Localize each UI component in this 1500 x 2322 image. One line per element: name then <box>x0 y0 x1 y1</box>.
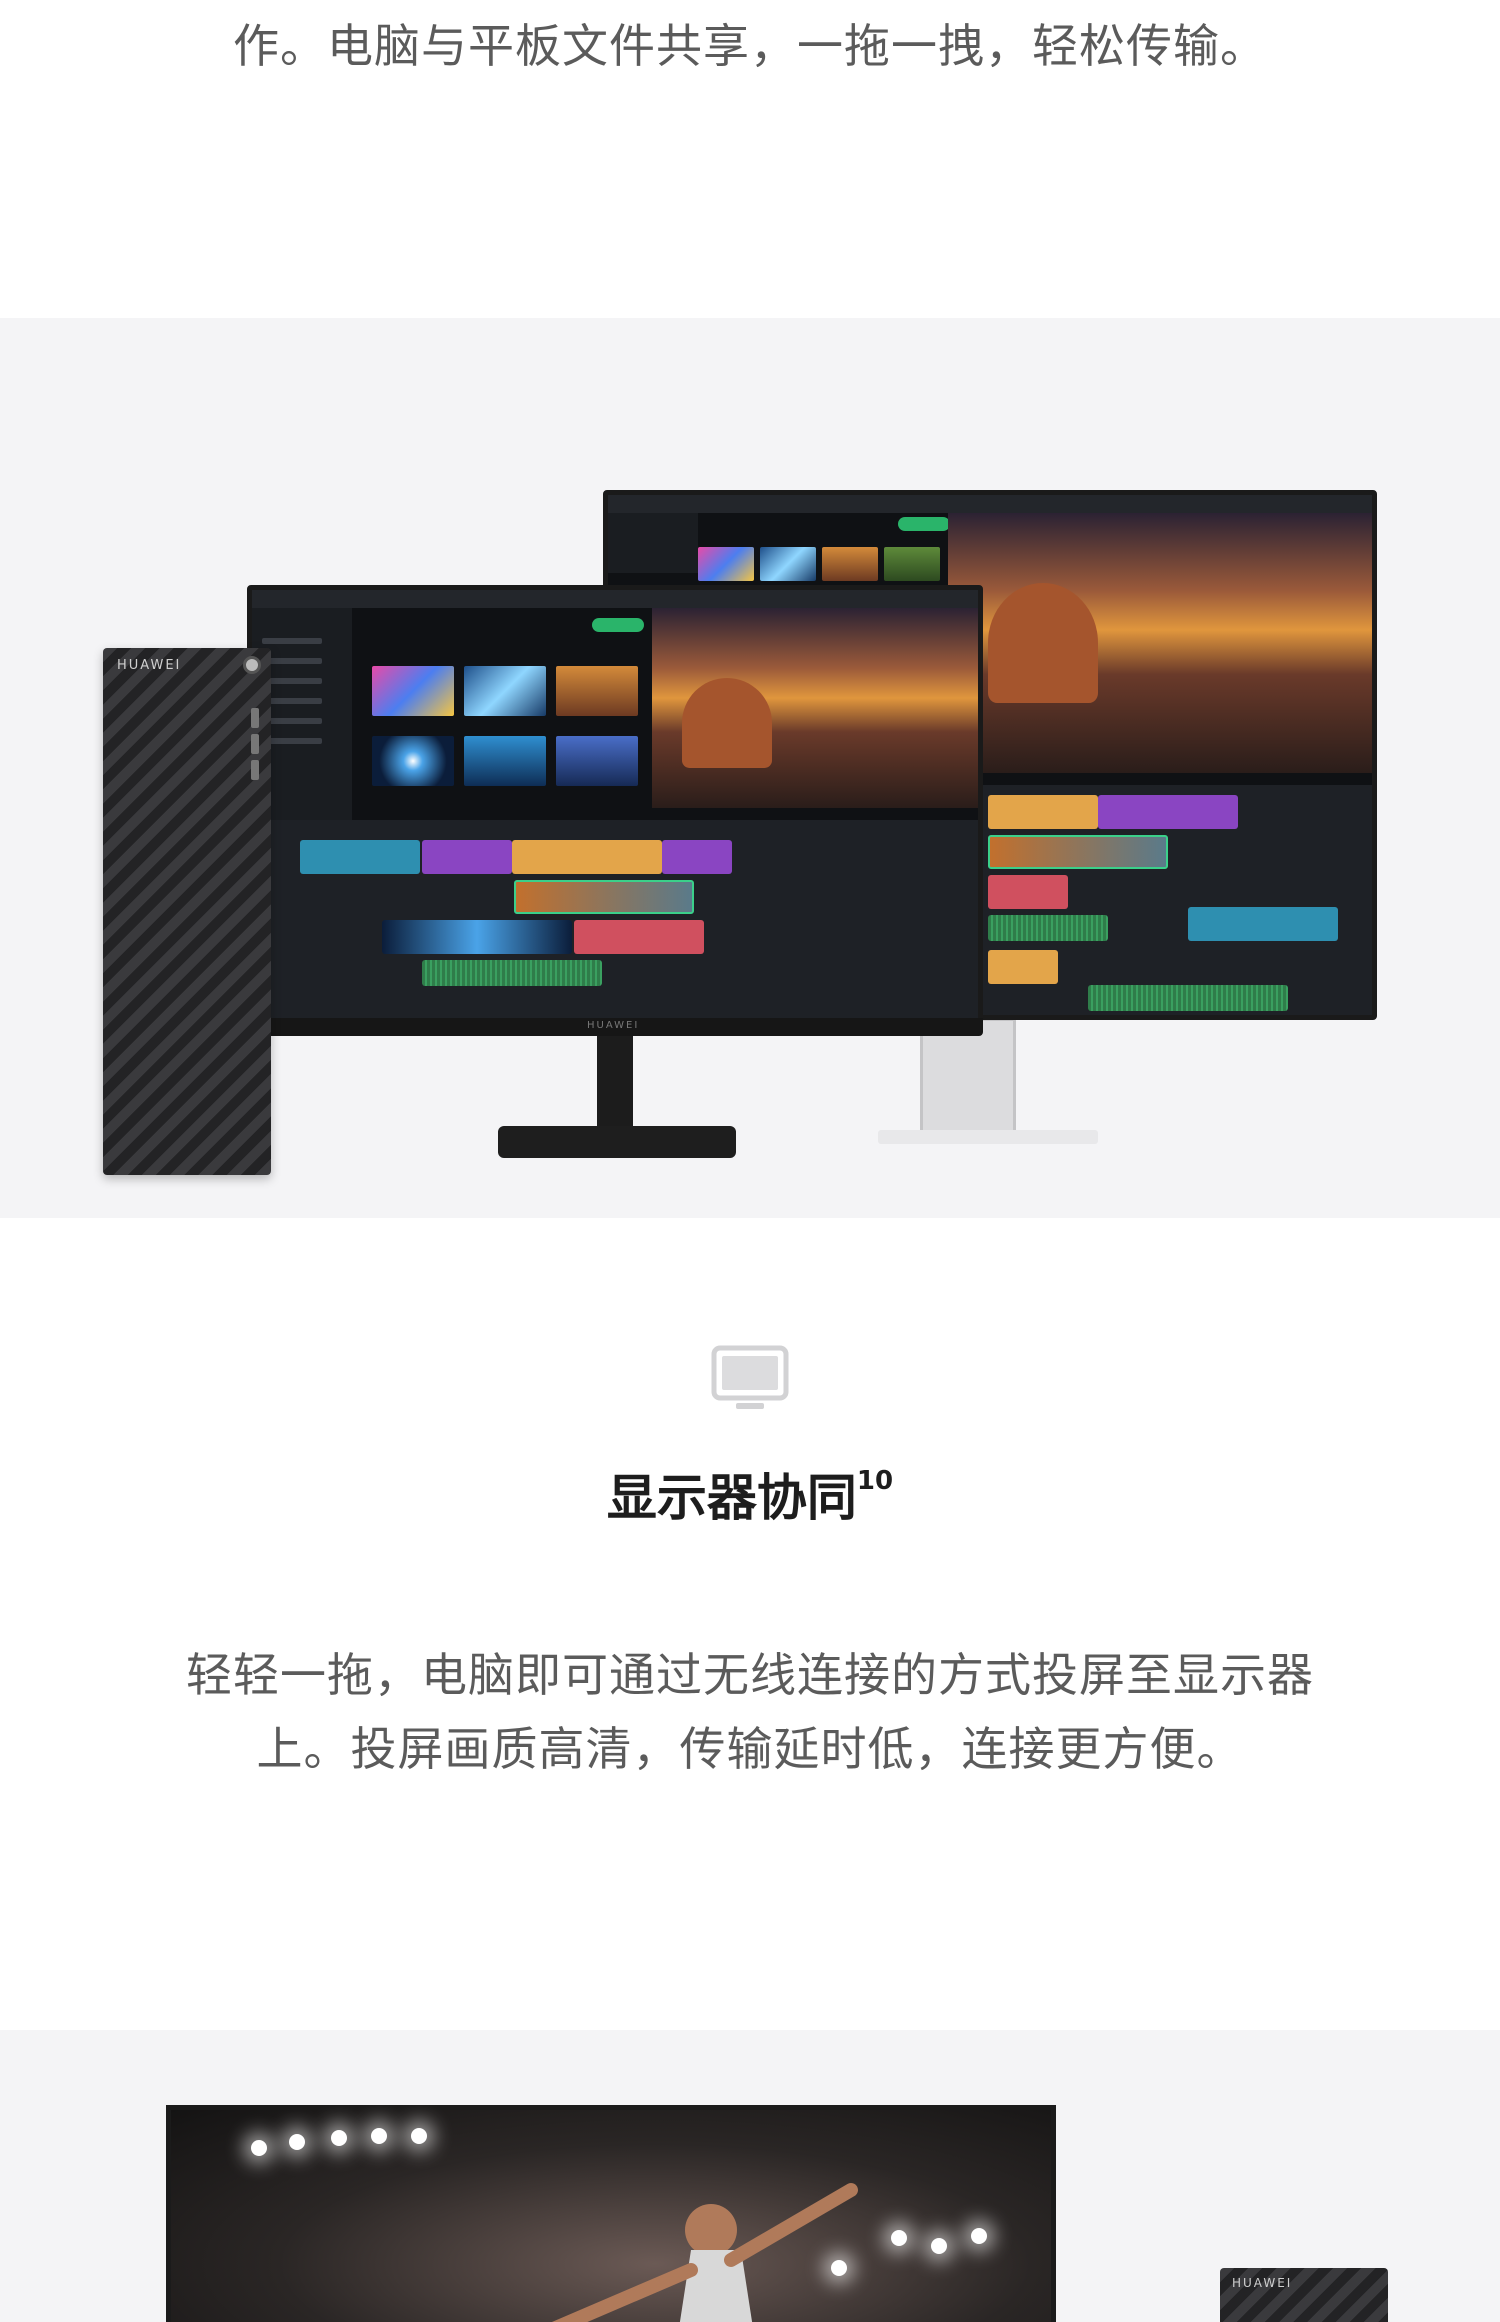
media-thumb <box>556 666 638 716</box>
feature-title: 显示器协同10 <box>0 1458 1500 1530</box>
dancer-figure <box>551 2183 858 2322</box>
sidebar-item <box>262 698 322 704</box>
usb-port <box>251 760 259 780</box>
monitor-base-white <box>878 1130 1098 1144</box>
export-button <box>592 618 644 632</box>
timeline-clip <box>382 920 572 954</box>
timeline-clip <box>988 835 1168 869</box>
stage-light <box>289 2134 305 2150</box>
stage-light <box>371 2128 387 2144</box>
audio-track <box>988 915 1108 941</box>
intro-text: 作。电脑与平板文件共享，一拖一拽，轻松传输。 <box>233 19 1267 73</box>
video-editor-screen-primary <box>252 590 978 1020</box>
timeline <box>252 820 978 1020</box>
tower-brand-logo: HUAWEI <box>1232 2276 1293 2290</box>
timeline-clip <box>1188 907 1338 941</box>
audio-track <box>1088 985 1288 1011</box>
monitor-foot <box>498 1126 736 1158</box>
editor-menubar <box>252 590 978 608</box>
monitor-neck <box>597 1034 633 1136</box>
sidebar-item <box>262 638 322 644</box>
monitor-chin: HUAWEI <box>247 1018 983 1036</box>
feature-display-collaboration: 显示器协同10 轻轻一拖，电脑即可通过无线连接的方式投屏至显示器 上。投屏画质高… <box>0 1218 1500 2030</box>
rock-arch-shape <box>988 583 1098 703</box>
sidebar-item <box>262 738 322 744</box>
monitor-brand-logo: HUAWEI <box>587 1020 640 1031</box>
rock-arch-shape <box>682 678 772 768</box>
monitor-icon <box>711 1345 789 1409</box>
stage-light <box>971 2228 987 2244</box>
media-thumb <box>464 736 546 786</box>
timeline-clip <box>300 840 420 874</box>
video-preview <box>948 513 1372 773</box>
media-thumb <box>464 666 546 716</box>
timeline-clip <box>988 950 1058 984</box>
audio-track <box>422 960 602 986</box>
media-thumb <box>884 547 940 581</box>
export-button <box>898 517 950 531</box>
desktop-tower: HUAWEI <box>103 648 271 1175</box>
timeline-clip <box>988 795 1098 829</box>
editor-menubar <box>608 495 1372 513</box>
hero-image-tv: HUAWEI <box>0 2030 1500 2322</box>
stage-light <box>411 2128 427 2144</box>
stage-light <box>331 2130 347 2146</box>
sidebar-item <box>262 718 322 724</box>
display-screen <box>166 2105 1056 2322</box>
hero-image-monitors: HUAWEI HUAWEI <box>0 318 1500 1218</box>
desktop-tower: HUAWEI <box>1220 2268 1388 2322</box>
timeline-clip <box>574 920 704 954</box>
editor-sidebar <box>608 513 698 573</box>
feature-description-line: 轻轻一拖，电脑即可通过无线连接的方式投屏至显示器 <box>186 1648 1314 1702</box>
tower-brand-logo: HUAWEI <box>117 658 182 673</box>
sidebar-item <box>262 658 322 664</box>
timeline-clip <box>422 840 512 874</box>
media-thumb <box>372 736 454 786</box>
timeline-clip <box>662 840 732 874</box>
feature-title-text: 显示器协同 <box>606 1469 857 1527</box>
stage-light <box>931 2238 947 2254</box>
media-thumb <box>372 666 454 716</box>
usb-port <box>251 708 259 728</box>
timeline-clip <box>512 840 662 874</box>
stage-light <box>251 2140 267 2156</box>
monitor-primary <box>247 585 983 1025</box>
timeline-clip <box>514 880 694 914</box>
video-preview <box>652 608 978 808</box>
monitor-stand-white <box>920 1018 1016 1138</box>
media-thumb <box>556 736 638 786</box>
timeline-clip <box>988 875 1068 909</box>
footnote-marker: 10 <box>856 1466 894 1496</box>
feature-description: 轻轻一拖，电脑即可通过无线连接的方式投屏至显示器 上。投屏画质高清，传输延时低，… <box>0 1638 1500 1786</box>
sidebar-item <box>262 678 322 684</box>
usb-port <box>251 734 259 754</box>
feature-description-line: 上。投屏画质高清，传输延时低，连接更方便。 <box>256 1722 1244 1776</box>
timeline-clip <box>1098 795 1238 829</box>
media-thumb <box>698 547 754 581</box>
media-thumb <box>822 547 878 581</box>
stage-light <box>891 2230 907 2246</box>
power-button <box>243 656 261 674</box>
intro-section: 作。电脑与平板文件共享，一拖一拽，轻松传输。 <box>0 0 1500 318</box>
media-thumb <box>760 547 816 581</box>
